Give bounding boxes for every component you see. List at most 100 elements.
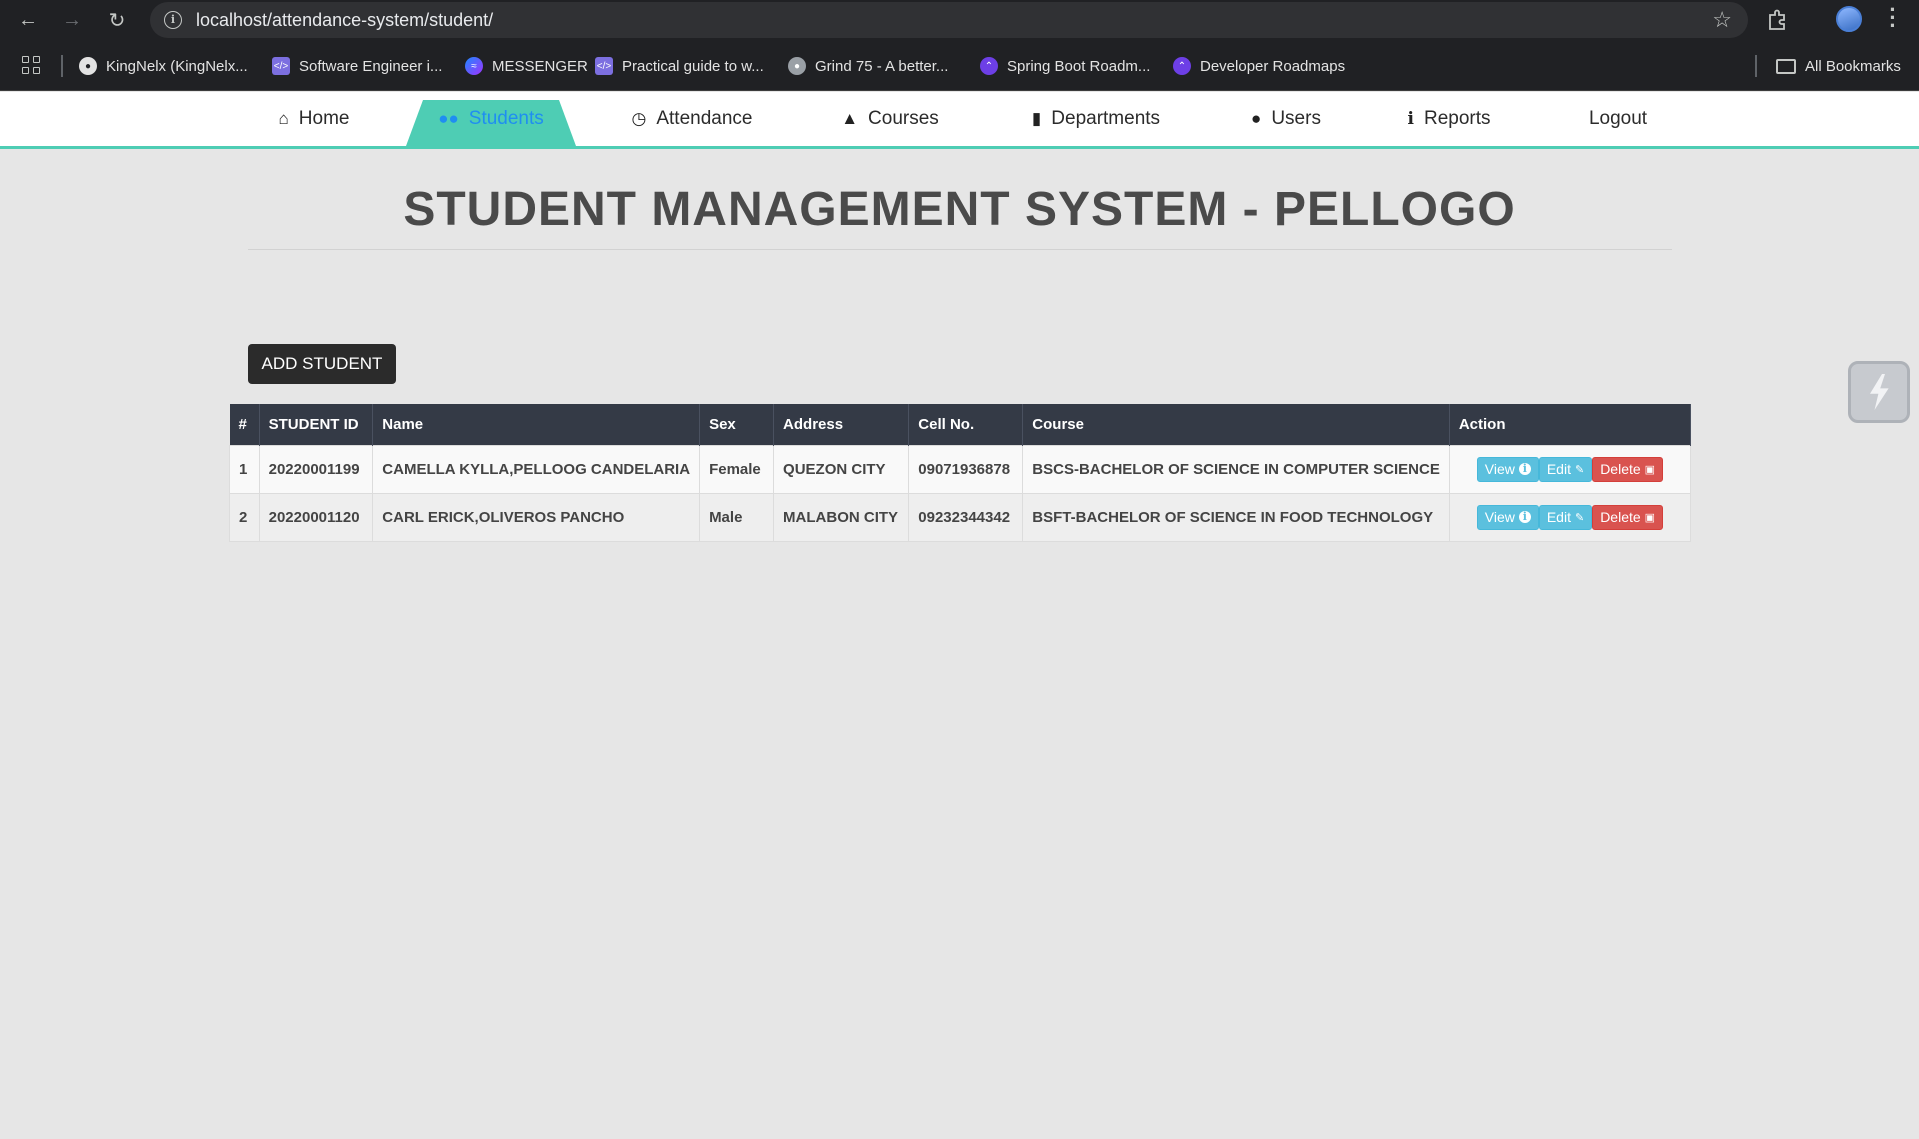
bookmark-label: Grind 75 - A better... bbox=[815, 57, 949, 75]
bookmark-item[interactable]: ● Grind 75 - A better... bbox=[788, 53, 948, 79]
view-button[interactable]: View i bbox=[1476, 504, 1539, 530]
nav-label: Attendance bbox=[656, 108, 753, 129]
cell-number: 1 bbox=[229, 444, 260, 494]
students-table: # STUDENT ID Name Sex Address Cell No. C… bbox=[229, 404, 1692, 542]
nav-logout[interactable]: Logout bbox=[1578, 92, 1658, 146]
cell-number: 2 bbox=[229, 492, 260, 542]
users-icon: ●● bbox=[438, 109, 459, 128]
bookmark-label: KingNelx (KingNelx... bbox=[106, 57, 248, 75]
nav-departments[interactable]: ▮ Departments bbox=[1018, 92, 1174, 146]
nav-reports[interactable]: i Reports bbox=[1400, 92, 1498, 146]
graduation-cap-icon: ▲ bbox=[841, 109, 859, 128]
browser-menu-icon[interactable]: · · · bbox=[1886, 0, 1900, 37]
bookmark-label: Developer Roadmaps bbox=[1200, 57, 1346, 75]
cell-address: QUEZON CITY bbox=[773, 444, 910, 494]
nav-label: Home bbox=[298, 108, 350, 129]
globe-icon: ● bbox=[788, 57, 806, 75]
apps-grid-icon[interactable] bbox=[22, 56, 40, 74]
nav-students[interactable]: ●● Students bbox=[420, 92, 562, 146]
nav-label: Courses bbox=[868, 108, 939, 129]
bookmark-item[interactable]: ⌃ Developer Roadmaps bbox=[1173, 53, 1345, 79]
nav-attendance[interactable]: ◷ Attendance bbox=[622, 92, 762, 146]
pencil-icon: ✎ bbox=[1574, 463, 1585, 476]
cell-course: BSFT-BACHELOR OF SCIENCE IN FOOD TECHNOL… bbox=[1022, 492, 1450, 542]
clock-icon: ◷ bbox=[631, 109, 647, 128]
roadmap-icon: ⌃ bbox=[980, 57, 998, 75]
floating-action-widget[interactable] bbox=[1848, 361, 1910, 423]
nav-label: Students bbox=[468, 108, 544, 129]
roadmap-icon: ⌃ bbox=[1173, 57, 1191, 75]
bookmarks-bar: ● KingNelx (KingNelx... </> Software Engin… bbox=[0, 40, 1919, 91]
profile-avatar[interactable] bbox=[1836, 6, 1862, 32]
view-button[interactable]: View i bbox=[1476, 456, 1539, 482]
site-info-icon[interactable]: i bbox=[164, 11, 182, 29]
info-icon: i bbox=[1407, 109, 1414, 129]
nav-courses[interactable]: ▲ Courses bbox=[834, 92, 946, 146]
page-title: STUDENT MANAGEMENT SYSTEM - PELLOGO bbox=[403, 183, 1516, 236]
nav-home[interactable]: ⌂ Home bbox=[268, 92, 360, 146]
cell-course: BSCS-BACHELOR OF SCIENCE IN COMPUTER SCI… bbox=[1022, 444, 1450, 494]
url-text[interactable]: localhost/attendance-system/student/ bbox=[196, 10, 493, 31]
nav-users[interactable]: ● Users bbox=[1244, 92, 1328, 146]
reload-icon[interactable]: ↻ bbox=[101, 4, 133, 36]
delete-label: Delete bbox=[1600, 461, 1641, 477]
column-header-action: Action bbox=[1449, 404, 1692, 445]
title-divider bbox=[248, 249, 1672, 250]
cell-name: CARL ERICK,OLIVEROS PANCHO bbox=[372, 492, 701, 542]
trash-icon: ▣ bbox=[1644, 511, 1656, 524]
bookmark-item[interactable]: ≈ MESSENGER bbox=[465, 53, 588, 79]
edit-label: Edit bbox=[1546, 461, 1571, 477]
table-header-row: # STUDENT ID Name Sex Address Cell No. C… bbox=[229, 404, 1692, 445]
nav-label: Reports bbox=[1423, 108, 1491, 129]
view-label: View bbox=[1484, 509, 1515, 525]
back-icon[interactable]: ← bbox=[12, 4, 44, 36]
edit-button[interactable]: Edit ✎ bbox=[1538, 456, 1593, 482]
column-header-address: Address bbox=[773, 404, 910, 445]
info-circle-icon: i bbox=[1518, 511, 1531, 523]
bookmark-item[interactable]: ⌃ Spring Boot Roadm... bbox=[980, 53, 1150, 79]
bookmark-item[interactable]: </> Practical guide to w... bbox=[595, 53, 764, 79]
bookmark-item[interactable]: </> Software Engineer i... bbox=[272, 53, 442, 79]
building-icon: ▮ bbox=[1031, 109, 1042, 128]
delete-button[interactable]: Delete ▣ bbox=[1592, 456, 1664, 482]
trash-icon: ▣ bbox=[1644, 463, 1656, 476]
extensions-icon[interactable] bbox=[1766, 8, 1790, 32]
cell-student-id: 20220001120 bbox=[258, 492, 374, 542]
column-header-course: Course bbox=[1022, 404, 1450, 445]
column-header-name: Name bbox=[372, 404, 701, 445]
messenger-icon: ≈ bbox=[465, 57, 483, 75]
main-navbar: ⌂ Home ●● Students ◷ Attendance ▲ Courses ▮ D… bbox=[0, 92, 1919, 149]
nav-label: Logout bbox=[1588, 108, 1648, 129]
bookmark-label: Practical guide to w... bbox=[622, 57, 764, 75]
add-student-button[interactable]: ADD STUDENT bbox=[248, 344, 396, 384]
home-icon: ⌂ bbox=[278, 109, 289, 128]
cell-sex: Male bbox=[699, 492, 775, 542]
column-header-number: # bbox=[229, 404, 260, 445]
forward-icon[interactable]: → bbox=[56, 4, 88, 36]
browser-toolbar: ← → ↻ i localhost/attendance-system/stud… bbox=[0, 0, 1919, 40]
edit-label: Edit bbox=[1546, 509, 1571, 525]
info-circle-icon: i bbox=[1518, 463, 1531, 475]
code-icon: </> bbox=[595, 57, 613, 75]
table-row: 1 20220001199 CAMELLA KYLLA,PELLOOG CAND… bbox=[229, 444, 1692, 494]
bookmark-label: Spring Boot Roadm... bbox=[1007, 57, 1151, 75]
user-icon: ● bbox=[1251, 109, 1262, 128]
bookmark-item[interactable]: ● KingNelx (KingNelx... bbox=[79, 53, 248, 79]
address-bar[interactable]: i localhost/attendance-system/student/ ☆ bbox=[150, 2, 1748, 38]
view-label: View bbox=[1484, 461, 1515, 477]
bookmark-star-icon[interactable]: ☆ bbox=[1712, 7, 1732, 33]
delete-button[interactable]: Delete ▣ bbox=[1592, 504, 1664, 530]
lightning-bolt-icon bbox=[1870, 374, 1889, 410]
cell-address: MALABON CITY bbox=[773, 492, 910, 542]
nav-label: Users bbox=[1271, 108, 1321, 129]
folder-icon bbox=[1776, 58, 1796, 74]
edit-button[interactable]: Edit ✎ bbox=[1538, 504, 1593, 530]
all-bookmarks-button[interactable]: All Bookmarks bbox=[1776, 53, 1901, 79]
bookmark-separator bbox=[1755, 55, 1757, 77]
pencil-icon: ✎ bbox=[1574, 511, 1585, 524]
github-icon: ● bbox=[79, 57, 97, 75]
column-header-student-id: STUDENT ID bbox=[259, 404, 374, 445]
cell-cell-no: 09232344342 bbox=[908, 492, 1024, 542]
nav-label: Departments bbox=[1051, 108, 1161, 129]
cell-sex: Female bbox=[699, 444, 775, 494]
